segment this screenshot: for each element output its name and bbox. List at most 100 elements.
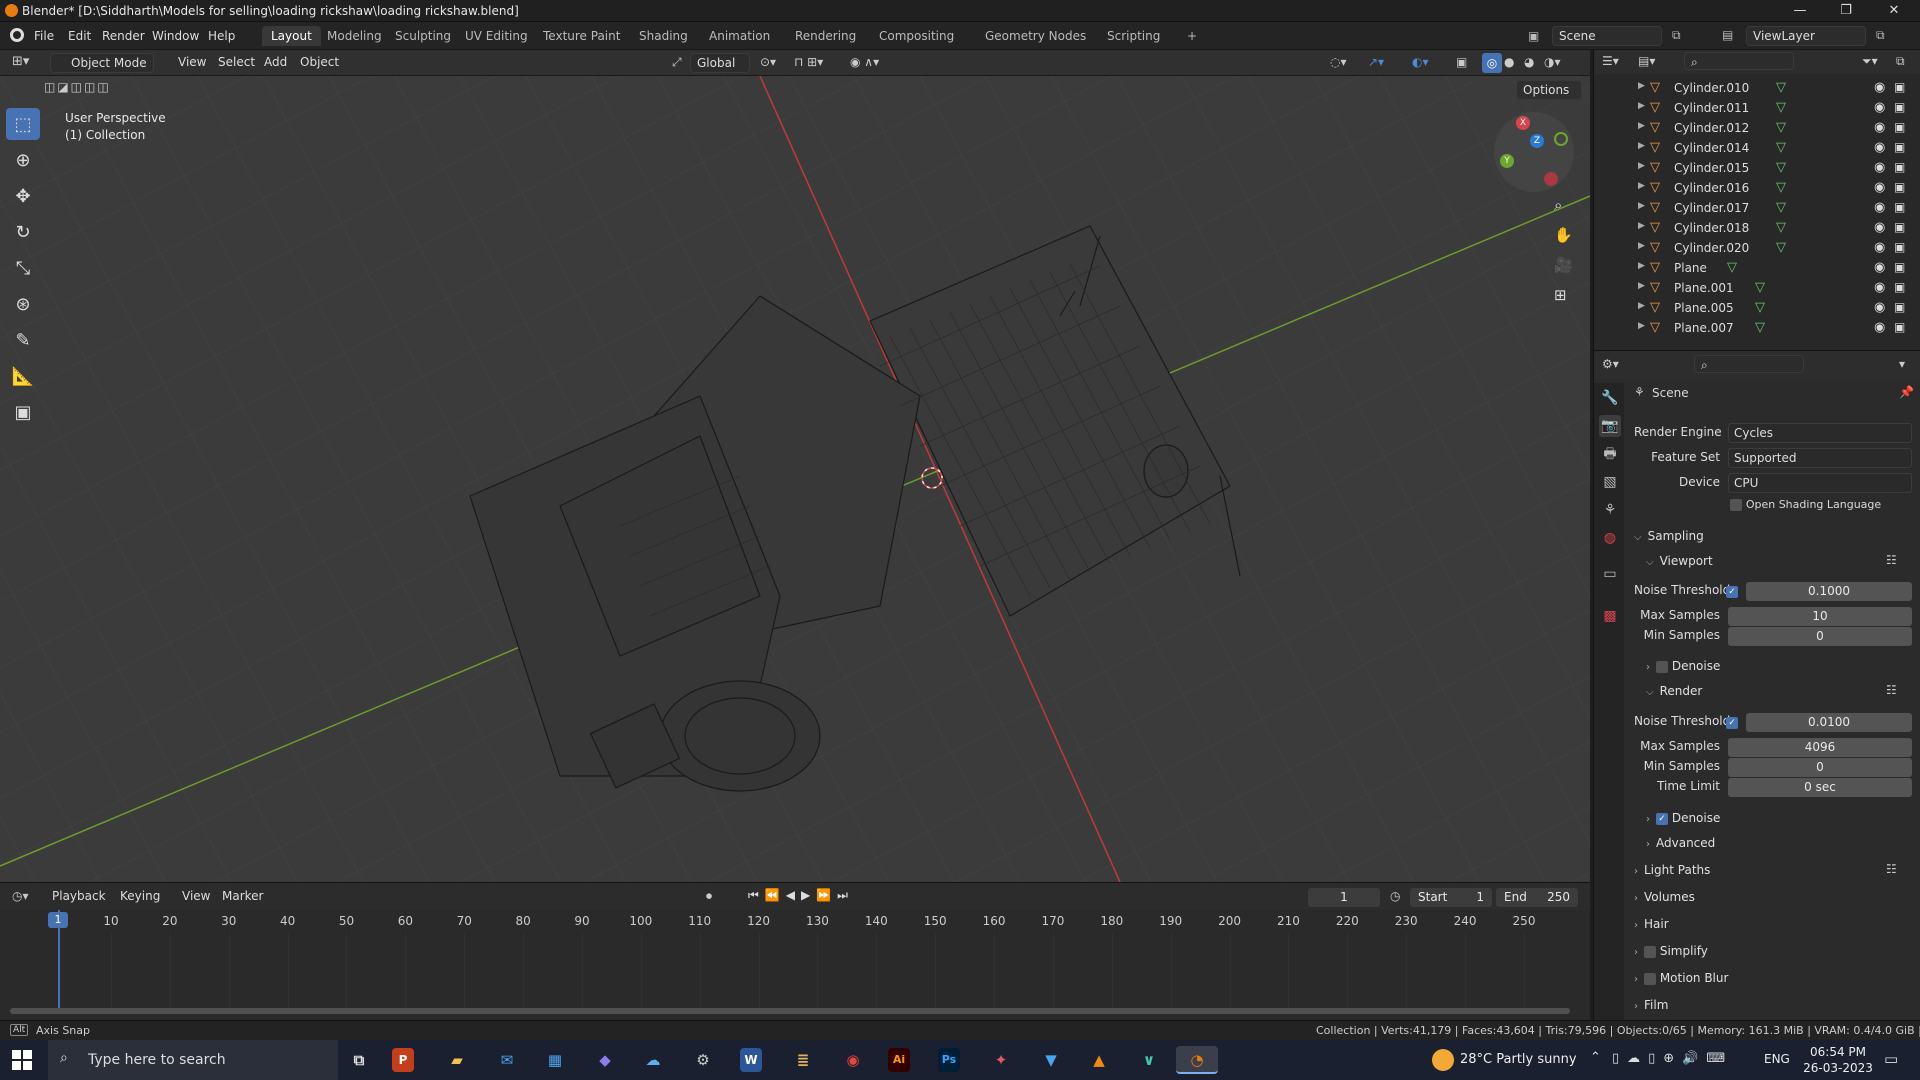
outliner-item-name[interactable]: Plane.007 <box>1674 321 1734 335</box>
menu-help[interactable]: Help <box>202 27 241 45</box>
outliner-row[interactable]: ▶ ▽ Cylinder.018 ▽ ◉ ▣ <box>1594 218 1920 238</box>
blender-menu-icon[interactable] <box>10 28 24 42</box>
expand-arrow-icon[interactable]: ▶ <box>1638 241 1645 251</box>
render-noise-threshold-checkbox[interactable]: ✓ <box>1726 715 1738 729</box>
current-frame-field[interactable]: 1 <box>1308 888 1380 907</box>
annotate-tool-icon[interactable]: ✎ <box>6 324 40 356</box>
menu-render[interactable]: Render <box>96 27 151 45</box>
filter-icon[interactable]: ⏷▾ <box>1862 54 1878 69</box>
3d-viewport[interactable]: User Perspective (1) Collection ◫◪◫◫◫ Op… <box>0 76 1590 882</box>
word-icon[interactable]: W <box>740 1048 762 1072</box>
tab-sculpting[interactable]: Sculpting <box>386 26 460 46</box>
close-button[interactable]: ✕ <box>1874 2 1914 20</box>
viewport-denoise-subpanel[interactable]: › Denoise <box>1646 659 1720 673</box>
tab-animation[interactable]: Animation <box>700 26 779 46</box>
expand-arrow-icon[interactable]: ▶ <box>1638 121 1645 131</box>
outliner-row[interactable]: ▶ ▽ Cylinder.014 ▽ ◉ ▣ <box>1594 138 1920 158</box>
cursor-tool-icon[interactable]: ⊕ <box>6 144 40 176</box>
outliner-item-name[interactable]: Cylinder.011 <box>1674 101 1749 115</box>
collection-tab-icon[interactable]: ▭ <box>1599 563 1621 585</box>
illustrator-icon[interactable]: Ai <box>888 1048 910 1072</box>
blender-taskbar-icon[interactable]: ◔ <box>1176 1046 1218 1074</box>
xray-icon[interactable]: ▣ <box>1456 55 1467 69</box>
outliner-row[interactable]: ▶ ▽ Cylinder.011 ▽ ◉ ▣ <box>1594 98 1920 118</box>
minimize-button[interactable]: — <box>1780 2 1820 20</box>
vlc-icon[interactable]: ▲ <box>1082 1046 1116 1074</box>
store-icon[interactable]: ▦ <box>538 1046 572 1074</box>
visibility-eye-icon[interactable]: ◉ <box>1874 300 1885 315</box>
film-panel[interactable]: › Film <box>1634 998 1668 1012</box>
output-tab-icon[interactable]: 🖶 <box>1599 443 1621 465</box>
viewport-menu-add[interactable]: Add <box>258 53 293 71</box>
transform-tool-icon[interactable]: ⊛ <box>6 288 40 320</box>
keying-menu[interactable]: Keying <box>114 887 166 905</box>
osl-checkbox[interactable]: Open Shading Language <box>1730 497 1881 511</box>
display-mode-icon[interactable]: ▤▾ <box>1638 54 1655 68</box>
menu-edit[interactable]: Edit <box>62 27 97 45</box>
render-camera-icon[interactable]: ▣ <box>1894 180 1905 194</box>
add-cube-tool-icon[interactable]: ▣ <box>6 396 40 428</box>
outliner-type-icon[interactable]: ☰▾ <box>1602 54 1619 68</box>
render-camera-icon[interactable]: ▣ <box>1894 260 1905 274</box>
add-workspace-button[interactable]: + <box>1178 26 1206 46</box>
mesh-data-icon[interactable]: ▽ <box>1776 140 1786 155</box>
gizmo-neg-x-icon[interactable] <box>1544 172 1558 186</box>
visibility-eye-icon[interactable]: ◉ <box>1874 180 1885 195</box>
visibility-eye-icon[interactable]: ◉ <box>1874 80 1885 95</box>
outliner-row[interactable]: ▶ ▽ Cylinder.012 ▽ ◉ ▣ <box>1594 118 1920 138</box>
volumes-panel[interactable]: › Volumes <box>1634 890 1695 904</box>
tab-layout[interactable]: Layout <box>262 26 321 46</box>
view-layer-tab-icon[interactable]: ▧ <box>1599 471 1621 493</box>
visibility-eye-icon[interactable]: ◉ <box>1874 200 1885 215</box>
snap-icon[interactable]: ⊓ ⊞▾ <box>794 55 823 69</box>
visibility-eye-icon[interactable]: ◉ <box>1874 260 1885 275</box>
outliner-item-name[interactable]: Cylinder.014 <box>1674 141 1749 155</box>
scene-selector[interactable]: Scene <box>1552 26 1662 46</box>
outliner-item-name[interactable]: Plane.005 <box>1674 301 1734 315</box>
playback-menu[interactable]: Playback <box>46 887 112 905</box>
viewport-noise-threshold-checkbox[interactable]: ✓ <box>1726 584 1738 598</box>
solid-shading-icon[interactable]: ● <box>1504 55 1514 69</box>
wireframe-shading-icon[interactable]: ◎ <box>1482 53 1502 73</box>
visibility-eye-icon[interactable]: ◉ <box>1874 280 1885 295</box>
expand-arrow-icon[interactable]: ▶ <box>1638 201 1645 211</box>
record-icon[interactable]: ⏺ <box>706 889 712 904</box>
expand-arrow-icon[interactable]: ▶ <box>1638 141 1645 151</box>
stacked-app-icon[interactable]: ≣ <box>786 1046 820 1074</box>
mail-icon[interactable]: ✉ <box>490 1046 524 1074</box>
pin-icon[interactable]: 📌 <box>1899 385 1914 399</box>
visibility-eye-icon[interactable]: ◉ <box>1874 160 1885 175</box>
gizmo-neg-y-icon[interactable] <box>1554 132 1568 146</box>
timeline-scrollbar[interactable] <box>10 1008 1570 1014</box>
zoom-icon[interactable]: ⌕ <box>1554 196 1562 214</box>
tray-chevron-icon[interactable]: ⌃ <box>1590 1050 1601 1065</box>
visibility-eye-icon[interactable]: ◉ <box>1874 100 1885 115</box>
scene-tab-icon[interactable]: ⚘ <box>1599 499 1621 521</box>
steam-app-icon[interactable]: ⚙ <box>686 1046 720 1074</box>
mesh-data-icon[interactable]: ▽ <box>1727 260 1737 275</box>
outliner-item-name[interactable]: Plane <box>1674 261 1707 275</box>
end-frame-field[interactable]: End 250 <box>1496 888 1578 907</box>
chrome-icon[interactable]: ◉ <box>836 1046 870 1074</box>
navigation-gizmo[interactable]: X Z Y <box>1494 112 1574 192</box>
outliner-search-input[interactable]: ⌕ <box>1684 52 1794 70</box>
mesh-data-icon[interactable]: ▽ <box>1776 220 1786 235</box>
expand-arrow-icon[interactable]: ▶ <box>1638 81 1645 91</box>
rotate-tool-icon[interactable]: ↻ <box>6 216 40 248</box>
sampling-panel-header[interactable]: ⌵ Sampling <box>1634 529 1704 543</box>
visibility-eye-icon[interactable]: ◉ <box>1874 120 1885 135</box>
render-camera-icon[interactable]: ▣ <box>1894 80 1905 94</box>
expand-arrow-icon[interactable]: ▶ <box>1638 301 1645 311</box>
select-mode-buttons[interactable]: ◫◪◫◫◫ <box>44 80 111 94</box>
render-tab-icon[interactable]: 📷 <box>1599 415 1621 437</box>
outliner-row[interactable]: ▶ ▽ Plane.005 ▽ ◉ ▣ <box>1594 298 1920 318</box>
editor-type-icon[interactable]: ⊞▾ <box>12 54 29 69</box>
render-min-samples-field[interactable]: 0 <box>1728 758 1912 777</box>
menu-file[interactable]: File <box>28 27 60 45</box>
photoshop-icon[interactable]: Ps <box>938 1048 960 1072</box>
expand-arrow-icon[interactable]: ▶ <box>1638 101 1645 111</box>
move-tool-icon[interactable]: ✥ <box>6 180 40 212</box>
playback-controls[interactable]: ⏮⏪◀▶⏩⏭ <box>748 888 854 903</box>
start-frame-field[interactable]: Start 1 <box>1410 888 1492 907</box>
material-shading-icon[interactable]: ◕ <box>1524 55 1534 69</box>
